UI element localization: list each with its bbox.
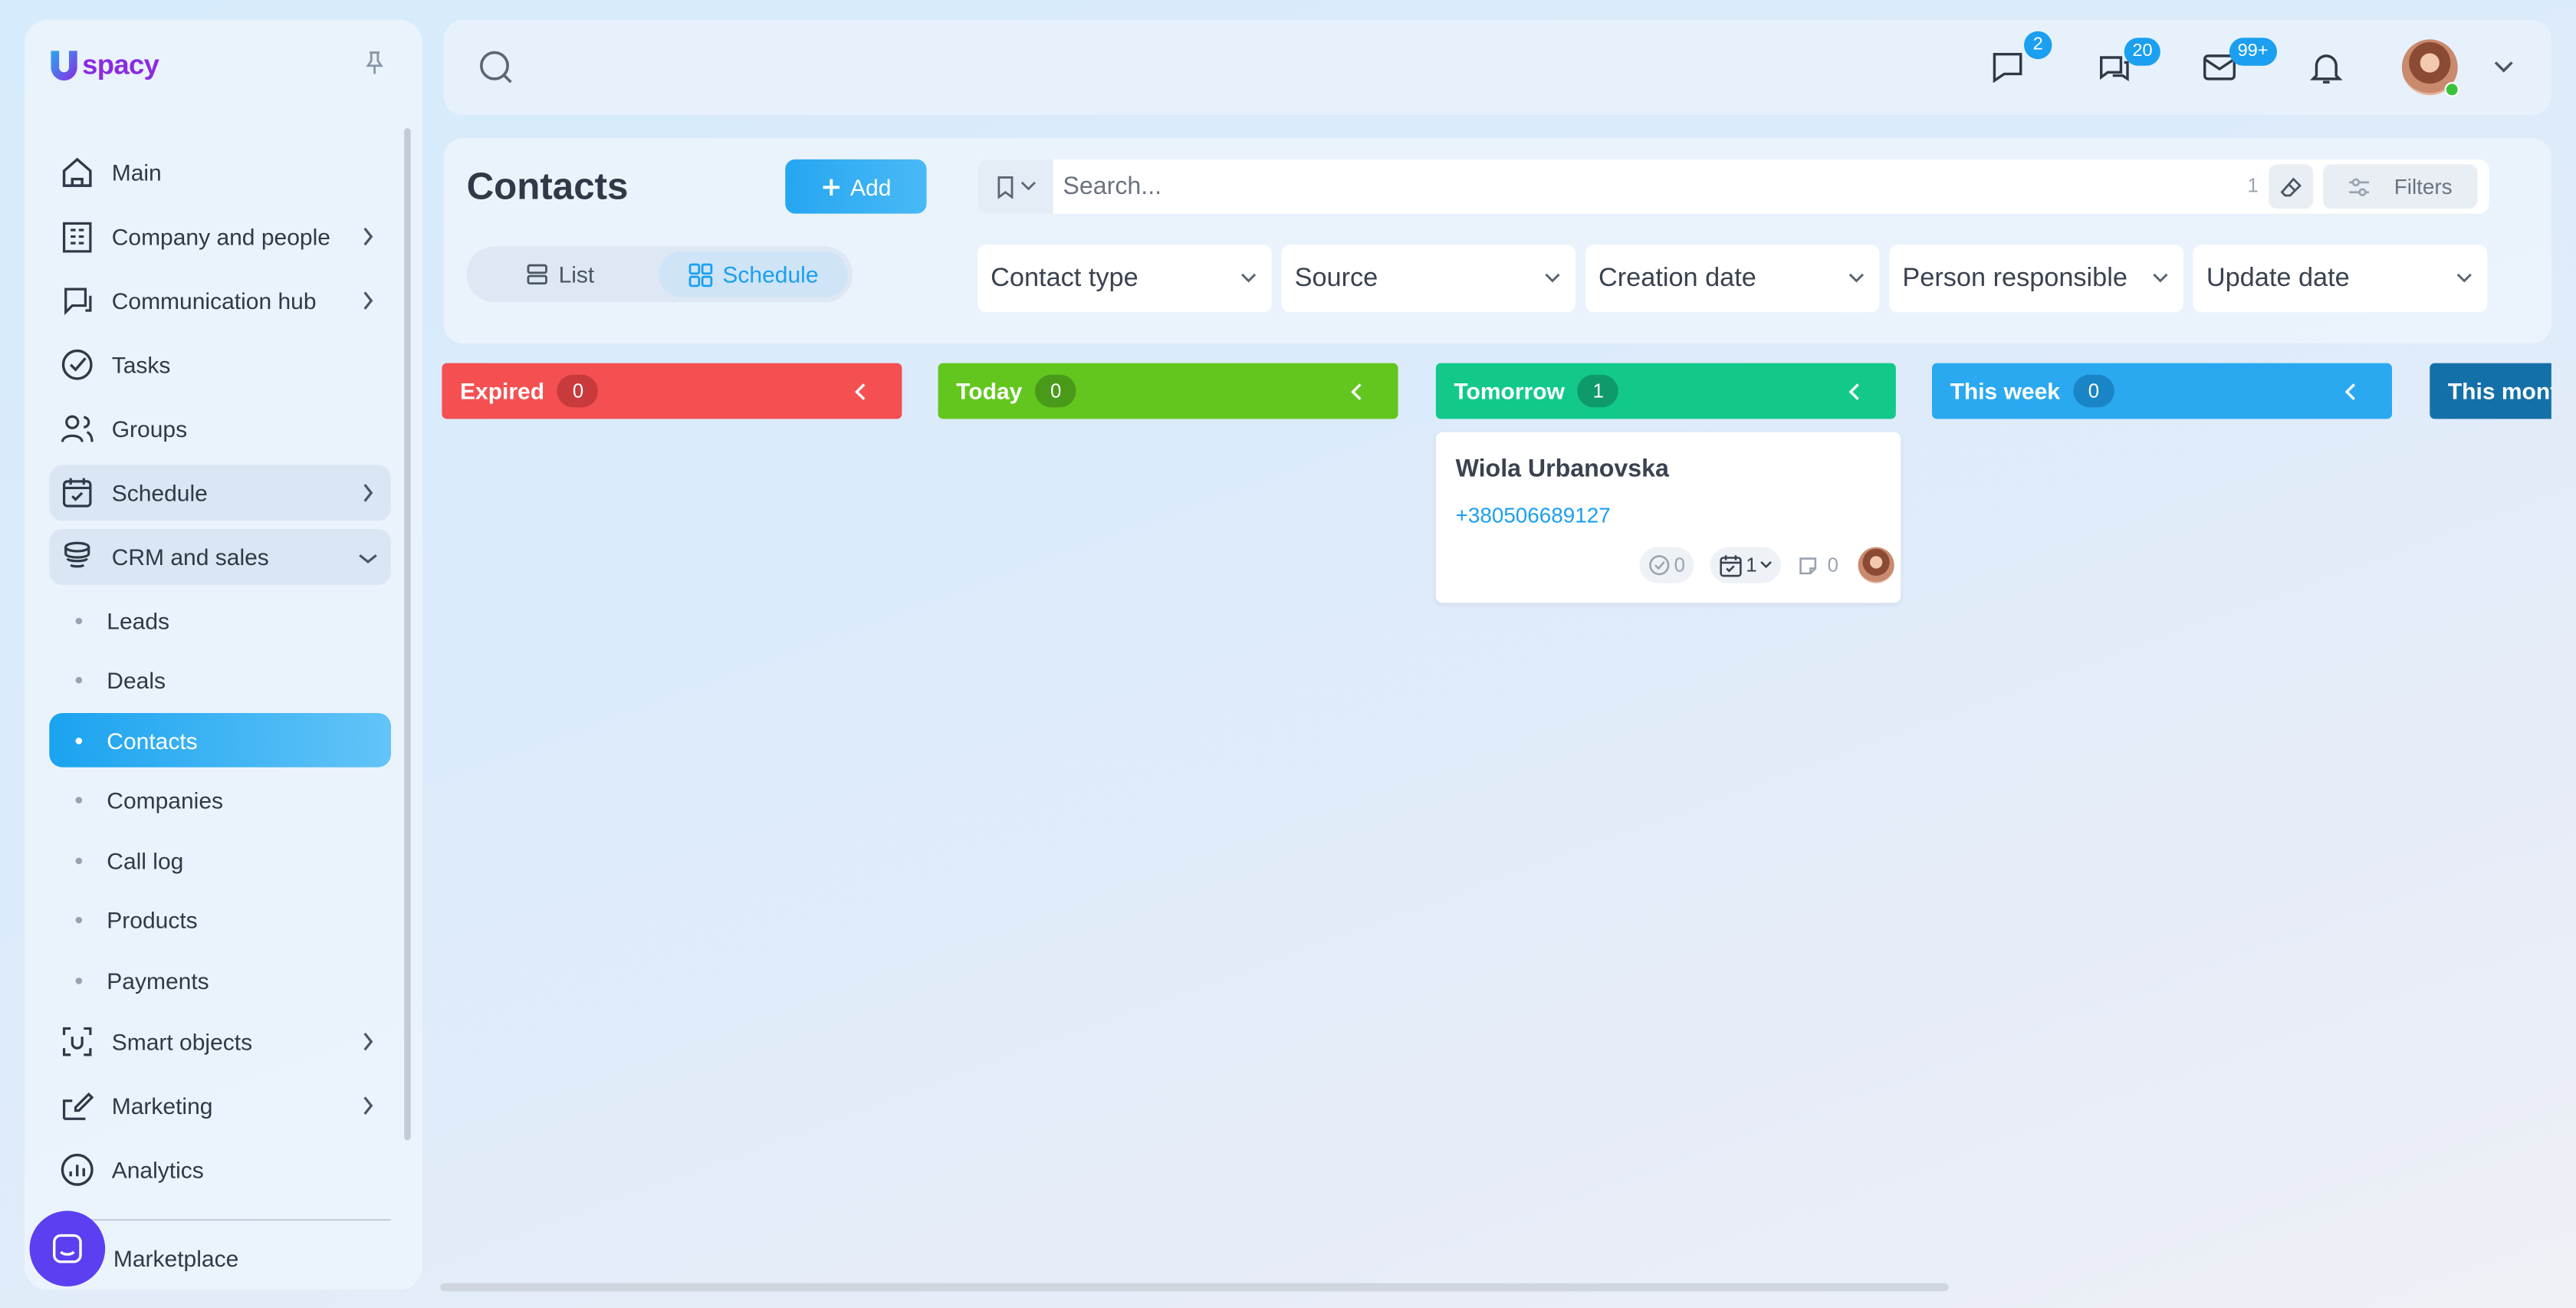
chevron-left-icon[interactable] xyxy=(1350,383,1362,401)
schedule-board: Expired 0 Today 0 Tomorrow 1 This week 0… xyxy=(0,0,2551,1308)
column-title: Today xyxy=(956,377,1023,405)
responsible-avatar[interactable] xyxy=(1858,547,1894,583)
column-header-expired[interactable]: Expired 0 xyxy=(442,363,902,419)
comments-count: 0 xyxy=(1827,554,1838,577)
column-title: Expired xyxy=(460,377,545,405)
card-meta: 0 1 0 xyxy=(1639,547,1894,583)
contact-phone-link[interactable]: +380506689127 xyxy=(1456,503,1611,527)
column-header-tomorrow[interactable]: Tomorrow 1 xyxy=(1435,363,1896,419)
note-icon xyxy=(1800,557,1817,574)
column-title: This week xyxy=(1950,377,2060,405)
column-header-this-week[interactable]: This week 0 xyxy=(1932,363,2392,419)
contact-name[interactable]: Wiola Urbanovska xyxy=(1456,455,1669,483)
column-count-badge: 0 xyxy=(557,374,599,408)
contact-card[interactable]: Wiola Urbanovska +380506689127 0 1 0 xyxy=(1435,432,1901,603)
column-title: This mont xyxy=(2447,377,2551,405)
chevron-left-icon[interactable] xyxy=(2344,383,2356,401)
calendar-icon xyxy=(1719,554,1741,577)
tasks-counter[interactable]: 0 xyxy=(1639,547,1694,583)
chevron-down-icon xyxy=(1761,560,1773,569)
column-header-this-month[interactable]: This mont xyxy=(2430,363,2551,419)
task-check-icon xyxy=(1649,555,1670,576)
chevron-left-icon[interactable] xyxy=(1848,383,1860,401)
column-count-badge: 1 xyxy=(1578,374,1619,408)
chevron-left-icon[interactable] xyxy=(854,383,866,401)
comments-counter[interactable]: 0 xyxy=(1798,554,1838,577)
column-count-badge: 0 xyxy=(2073,374,2114,408)
column-count-badge: 0 xyxy=(1035,374,1077,408)
events-counter[interactable]: 1 xyxy=(1710,547,1782,583)
column-header-today[interactable]: Today 0 xyxy=(938,363,1398,419)
board-horizontal-scrollbar[interactable] xyxy=(440,1283,1949,1292)
tasks-count: 0 xyxy=(1674,554,1685,577)
column-title: Tomorrow xyxy=(1454,377,1565,405)
events-count: 1 xyxy=(1746,554,1757,577)
